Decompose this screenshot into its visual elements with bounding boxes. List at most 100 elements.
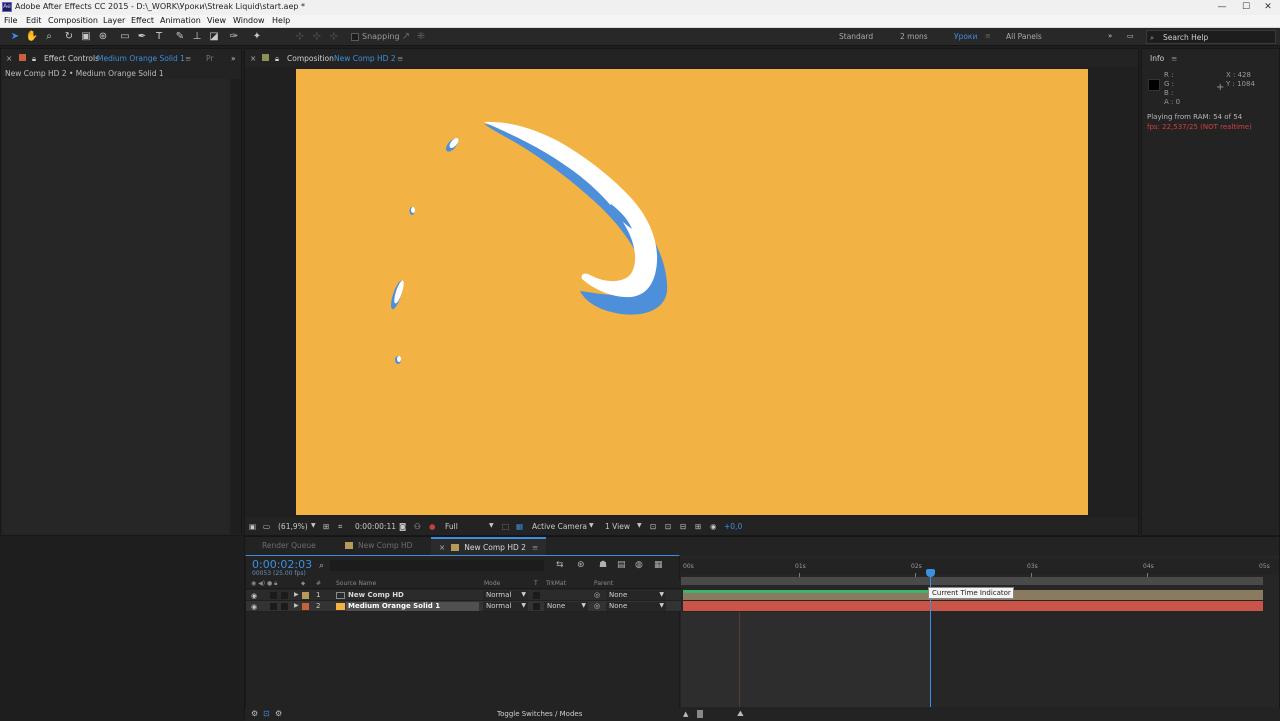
zoom-dropdown-icon[interactable]: ▼: [311, 522, 316, 529]
preserve-transparency-switch[interactable]: [533, 592, 540, 599]
layer-name[interactable]: Medium Orange Solid 1: [346, 602, 479, 611]
expand-layer-icon[interactable]: ▶: [294, 591, 299, 598]
render-time-icon[interactable]: ⚙: [251, 709, 258, 718]
panel-menu-icon[interactable]: ≡: [185, 54, 191, 63]
menu-effect[interactable]: Effect: [131, 16, 154, 25]
color-channel-icon[interactable]: ●: [429, 522, 436, 531]
flowchart-icon[interactable]: ⊞: [695, 522, 701, 531]
camera-tool-icon[interactable]: ▣: [79, 30, 93, 44]
panel-close-icon[interactable]: ×: [250, 54, 256, 63]
menu-view[interactable]: View: [207, 16, 226, 25]
column-source-name[interactable]: Source Name: [336, 580, 376, 587]
menu-help[interactable]: Help: [272, 16, 290, 25]
layer-duration-bar[interactable]: [683, 601, 1263, 611]
snap-extend-icon[interactable]: ↗: [399, 30, 413, 44]
resolution-dropdown[interactable]: Full: [445, 522, 458, 531]
resolution-dropdown-icon[interactable]: ▼: [489, 522, 494, 529]
workspace-lessons[interactable]: Уроки: [954, 32, 977, 41]
search-help-field[interactable]: ⌕ Search Help: [1146, 30, 1276, 44]
expand-layer-icon[interactable]: ▶: [294, 602, 299, 609]
preserve-transparency-switch[interactable]: [533, 603, 540, 610]
effect-controls-tab[interactable]: Effect Controls: [44, 54, 99, 63]
track-matte-dropdown[interactable]: None ▼: [544, 602, 588, 611]
frame-blending-icon[interactable]: ▤: [617, 560, 626, 570]
hand-tool-icon[interactable]: ✋: [25, 30, 39, 44]
panel-menu-icon[interactable]: ≡: [397, 54, 403, 63]
close-button[interactable]: ✕: [1256, 0, 1280, 15]
world-axis-icon[interactable]: ⊹: [310, 30, 324, 44]
pick-whip-icon[interactable]: ◎: [594, 591, 600, 599]
parent-dropdown[interactable]: None ▼: [606, 602, 666, 611]
rectangle-tool-icon[interactable]: ▭: [118, 30, 132, 44]
timeline-graph-area[interactable]: 00s 01s 02s 03s 04s 05s: [681, 555, 1279, 707]
camera-dropdown[interactable]: Active Camera: [532, 522, 587, 531]
local-axis-icon[interactable]: ⊹: [293, 30, 307, 44]
mask-icon[interactable]: ⌗: [338, 522, 342, 532]
solo-switch[interactable]: [270, 603, 277, 610]
workspace-toggle-icon[interactable]: ▭: [1127, 32, 1134, 40]
rotation-tool-icon[interactable]: ↻: [62, 30, 76, 44]
clone-stamp-tool-icon[interactable]: ⊥: [190, 30, 204, 44]
maximize-button[interactable]: ☐: [1234, 0, 1258, 15]
lock-icon[interactable]: 🔒︎: [32, 54, 36, 64]
layer-row[interactable]: ◉ ▶ 1 New Comp HD Normal ▼ ◎ None ▼: [246, 590, 681, 601]
pan-behind-tool-icon[interactable]: ⊛: [96, 30, 110, 44]
view-layout-dropdown[interactable]: 1 View: [605, 522, 630, 531]
work-area-bar[interactable]: [681, 577, 1263, 585]
view-axis-icon[interactable]: ⊹: [327, 30, 341, 44]
comp-mini-flowchart-icon[interactable]: ⇆: [556, 560, 564, 570]
workspace-overflow-icon[interactable]: »: [1108, 32, 1112, 40]
parent-dropdown[interactable]: None ▼: [606, 591, 666, 600]
panel-overflow-icon[interactable]: »: [231, 54, 236, 63]
graph-editor-icon[interactable]: ▦: [654, 560, 663, 570]
panel-menu-icon[interactable]: ≡: [1171, 54, 1177, 63]
info-tab[interactable]: Info: [1150, 54, 1164, 63]
snap-grid-icon[interactable]: ⁜: [414, 30, 428, 44]
workspace-menu-icon[interactable]: ≡: [985, 32, 991, 40]
lock-icon[interactable]: 🔒︎: [275, 54, 279, 64]
zoom-tool-icon[interactable]: ⌕: [42, 30, 56, 44]
snapping-checkbox[interactable]: [351, 33, 359, 41]
tab-render-queue[interactable]: Render Queue: [262, 537, 316, 555]
workspace-standard[interactable]: Standard: [839, 32, 873, 41]
selection-tool-icon[interactable]: ➤: [8, 30, 22, 44]
fast-preview-icon[interactable]: ⊡: [665, 522, 671, 531]
menu-layer[interactable]: Layer: [103, 16, 125, 25]
exposure-value[interactable]: +0,0: [724, 522, 742, 531]
time-ruler[interactable]: 00s 01s 02s 03s 04s 05s: [681, 559, 1279, 577]
composition-canvas[interactable]: [296, 69, 1088, 515]
camera-dropdown-icon[interactable]: ▼: [589, 522, 594, 529]
pen-tool-icon[interactable]: ✒: [135, 30, 149, 44]
monitor-icon[interactable]: ▭: [263, 522, 270, 531]
puppet-pin-tool-icon[interactable]: ✦: [250, 30, 264, 44]
menu-file[interactable]: File: [4, 16, 17, 25]
menu-edit[interactable]: Edit: [26, 16, 42, 25]
composition-viewer[interactable]: [245, 67, 1138, 517]
layer-switches-icon[interactable]: ⚙: [275, 709, 282, 718]
panel-close-icon[interactable]: ×: [6, 54, 12, 63]
grid-icon[interactable]: ⊞: [323, 522, 329, 531]
shy-layers-icon[interactable]: ☗: [599, 560, 607, 570]
show-snapshot-icon[interactable]: ⚇: [414, 522, 421, 531]
workspace-2-mons[interactable]: 2 mons: [900, 32, 928, 41]
menu-animation[interactable]: Animation: [160, 16, 201, 25]
effect-controls-layer-name[interactable]: Medium Orange Solid 1: [97, 54, 185, 63]
brush-tool-icon[interactable]: ✎: [173, 30, 187, 44]
zoom-in-icon[interactable]: ⛰: [737, 709, 744, 719]
viewer-timecode[interactable]: 0:00:00:11: [355, 522, 396, 531]
timeline-icon[interactable]: ⊟: [680, 522, 686, 531]
zoom-slider-handle[interactable]: [697, 710, 703, 718]
eye-icon[interactable]: ◉: [251, 603, 257, 611]
pixel-aspect-icon[interactable]: ⊡: [650, 522, 656, 531]
tab-close-icon[interactable]: ×: [439, 543, 445, 552]
eye-icon[interactable]: ◉: [251, 592, 257, 600]
reset-exposure-icon[interactable]: ◉: [710, 522, 717, 531]
draft-3d-icon[interactable]: ⊛: [577, 560, 585, 570]
minimize-button[interactable]: —: [1210, 0, 1234, 15]
lock-switch[interactable]: [281, 592, 288, 599]
workspace-all-panels[interactable]: All Panels: [1006, 32, 1042, 41]
toggle-switches-modes-button[interactable]: Toggle Switches / Modes: [497, 710, 582, 718]
layer-search-input[interactable]: [330, 560, 544, 571]
menu-window[interactable]: Window: [233, 16, 265, 25]
transparency-grid-icon[interactable]: ▦: [516, 522, 523, 531]
